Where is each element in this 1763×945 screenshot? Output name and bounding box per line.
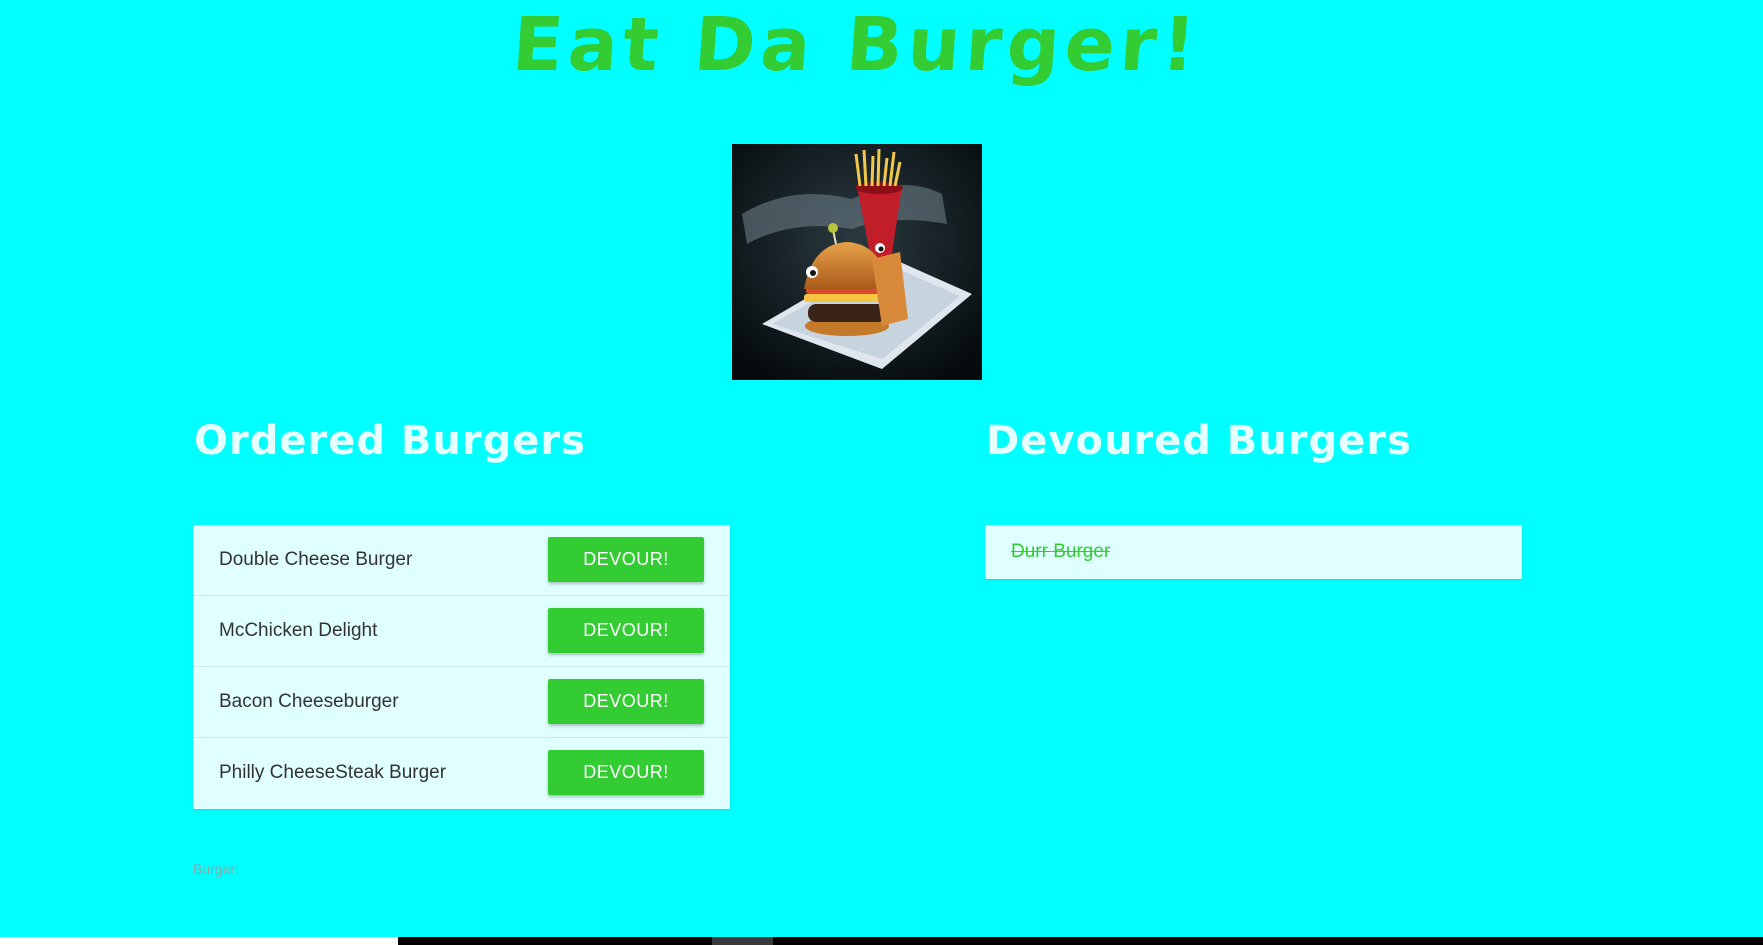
- list-item: Double Cheese Burger DEVOUR!: [193, 525, 730, 596]
- burger-name: McChicken Delight: [219, 620, 378, 641]
- burger-photo: [732, 144, 982, 380]
- burger-input[interactable]: [193, 880, 734, 912]
- devoured-burgers-list: Durr Burger: [985, 525, 1522, 579]
- devour-button[interactable]: DEVOUR!: [548, 608, 704, 653]
- site-title: Eat Da Burger!: [509, 2, 1204, 88]
- list-item: McChicken Delight DEVOUR!: [193, 596, 730, 667]
- list-item: Philly CheeseSteak Burger DEVOUR!: [193, 738, 730, 809]
- taskbar: [0, 937, 1763, 945]
- ordered-burgers-heading: Ordered Burgers: [194, 418, 586, 464]
- burger-name: Double Cheese Burger: [219, 549, 413, 570]
- devour-button[interactable]: DEVOUR!: [548, 537, 704, 582]
- burger-name: Philly CheeseSteak Burger: [219, 762, 447, 783]
- taskbar-segment: [712, 937, 773, 945]
- list-item: Durr Burger: [985, 525, 1522, 579]
- devoured-burgers-heading: Devoured Burgers: [986, 418, 1412, 464]
- burger-input-label: Burger:: [193, 861, 239, 877]
- taskbar-segment: [0, 937, 398, 945]
- page: Eat Da Burger! Ordered Burgers Devoured …: [0, 0, 1763, 945]
- burger-illustration-icon: [732, 144, 982, 380]
- list-item: Bacon Cheeseburger DEVOUR!: [193, 667, 730, 738]
- ordered-burgers-list: Double Cheese Burger DEVOUR! McChicken D…: [193, 525, 730, 809]
- devour-button[interactable]: DEVOUR!: [548, 679, 704, 724]
- devour-button[interactable]: DEVOUR!: [548, 750, 704, 795]
- devoured-burger-name: Durr Burger: [1011, 541, 1111, 562]
- burger-name: Bacon Cheeseburger: [219, 691, 399, 712]
